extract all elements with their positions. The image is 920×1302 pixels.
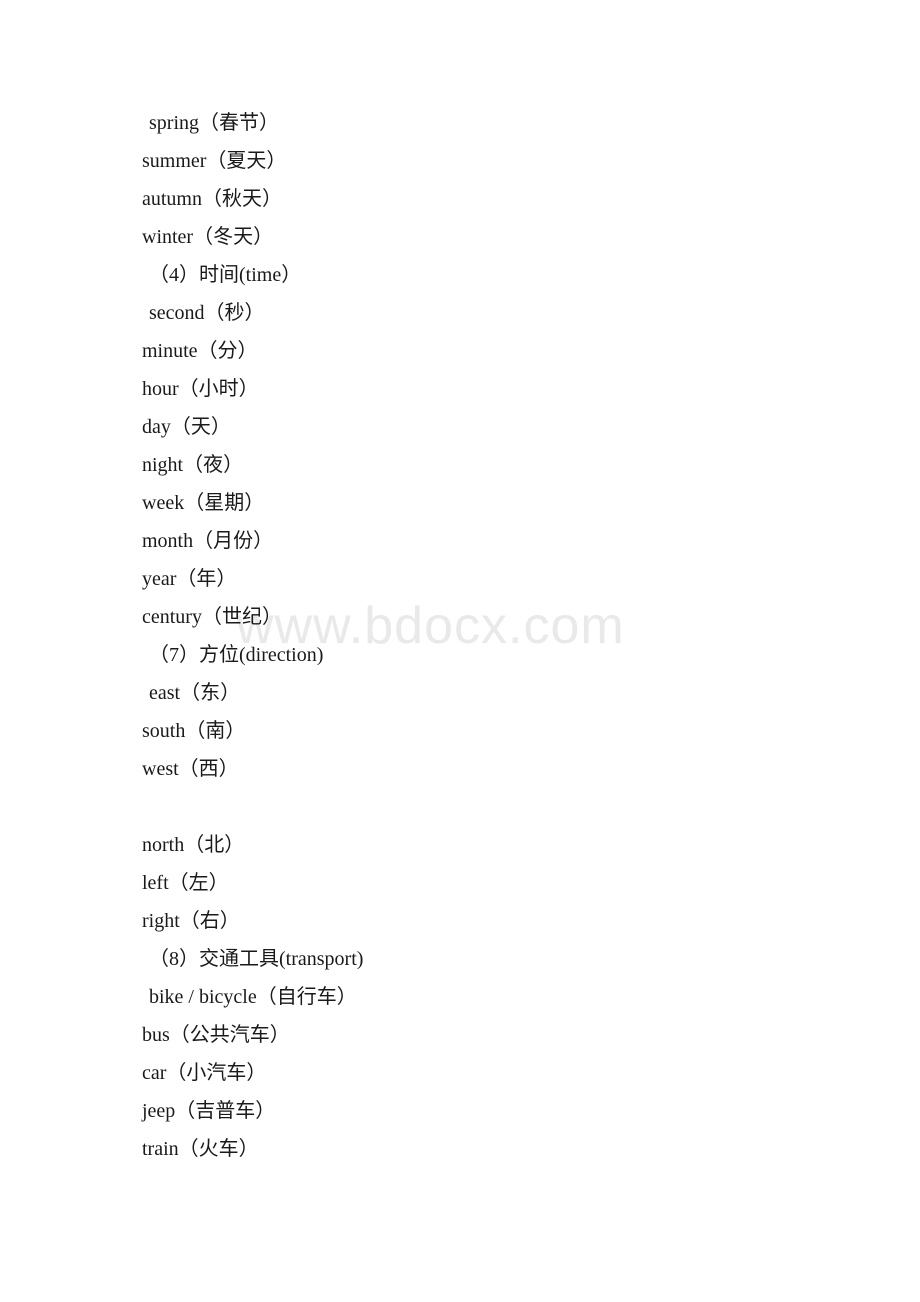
vocabulary-line: jeep（吉普车）: [142, 1100, 276, 1122]
vocabulary-line: car（小汽车）: [142, 1062, 267, 1084]
vocabulary-line: second（秒）: [149, 302, 265, 324]
vocabulary-line: bus（公共汽车）: [142, 1024, 290, 1046]
vocabulary-line: century（世纪）: [142, 606, 282, 628]
vocabulary-line: right（右）: [142, 910, 240, 932]
vocabulary-line: left（左）: [142, 872, 229, 894]
vocabulary-line: east（东）: [149, 682, 241, 704]
vocabulary-line: minute（分）: [142, 340, 258, 362]
document-page: www.bdocx.com spring（春节） summer（夏天） autumn…: [0, 0, 920, 1302]
vocabulary-line: （8）交通工具(transport): [149, 948, 364, 970]
vocabulary-line: hour（小时）: [142, 378, 259, 400]
vocabulary-line: （4）时间(time）: [149, 264, 302, 286]
vocabulary-line: （7）方位(direction): [149, 644, 324, 666]
vocabulary-line: year（年）: [142, 568, 237, 590]
vocabulary-line: train（火车）: [142, 1138, 259, 1160]
vocabulary-line: autumn（秋天）: [142, 188, 282, 210]
vocabulary-line: winter（冬天）: [142, 226, 274, 248]
document-body: spring（春节） summer（夏天） autumn（秋天） winter（冬天）…: [0, 0, 920, 1168]
vocabulary-line: north（北）: [142, 834, 245, 856]
vocabulary-line: day（天）: [142, 416, 231, 438]
vocabulary-line: spring（春节）: [149, 112, 279, 134]
vocabulary-line: month（月份）: [142, 530, 274, 552]
vocabulary-line: night（夜）: [142, 454, 244, 476]
vocabulary-line: west（西）: [142, 758, 239, 780]
vocabulary-line: bike / bicycle（自行车）: [149, 986, 357, 1008]
vocabulary-line: south（南）: [142, 720, 246, 742]
vocabulary-line: summer（夏天）: [142, 150, 287, 172]
vocabulary-line: week（星期）: [142, 492, 265, 514]
